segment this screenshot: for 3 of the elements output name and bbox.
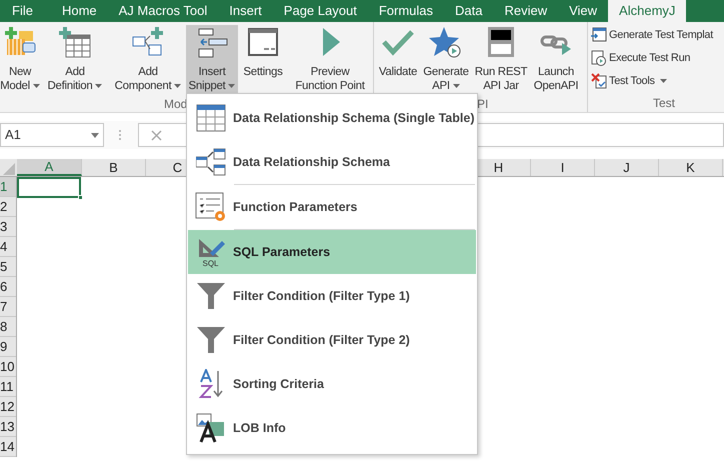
icon-caption: SQL <box>202 258 218 268</box>
group-label: PI <box>477 97 488 111</box>
group-label: Test <box>653 96 676 110</box>
